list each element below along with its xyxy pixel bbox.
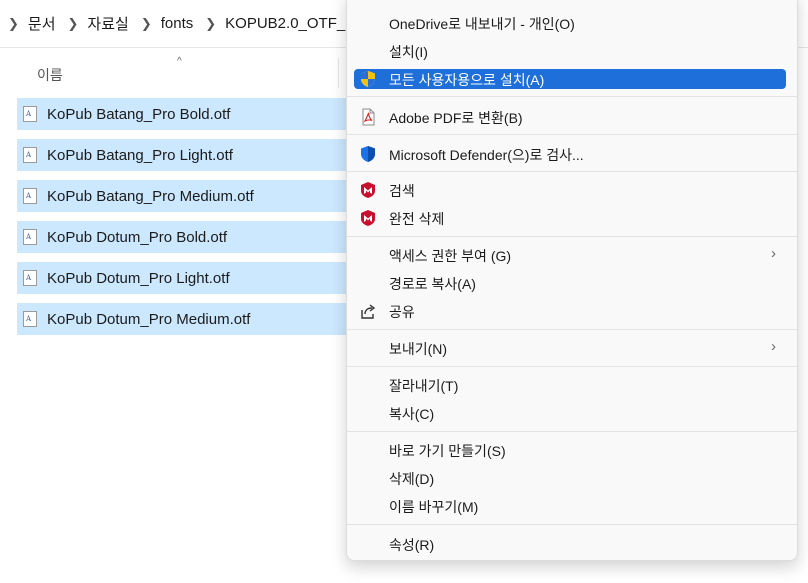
file-row[interactable]: KoPub Dotum_Pro Bold.otf <box>17 221 347 253</box>
file-row[interactable]: KoPub Batang_Pro Bold.otf <box>17 98 347 130</box>
file-row[interactable]: KoPub Dotum_Pro Medium.otf <box>17 303 347 335</box>
menu-item-defender-scan[interactable]: Microsoft Defender(으)로 검사... <box>354 144 786 164</box>
file-name: KoPub Dotum_Pro Bold.otf <box>47 228 228 246</box>
chevron-right-icon: › <box>771 338 776 355</box>
font-file-icon <box>23 311 37 327</box>
menu-item-label: 공유 <box>389 304 415 320</box>
menu-separator <box>347 366 797 367</box>
mcafee-icon <box>359 181 377 199</box>
menu-item-label: 설치(I) <box>389 44 428 60</box>
menu-item-label: 보내기(N) <box>389 341 448 357</box>
file-name: KoPub Dotum_Pro Light.otf <box>47 269 230 287</box>
share-icon <box>359 302 377 320</box>
chevron-right-icon: › <box>771 245 776 262</box>
menu-item-label: 검색 <box>389 183 415 199</box>
chevron-right-icon[interactable]: ❯ <box>8 16 19 32</box>
font-file-icon <box>23 147 37 163</box>
file-name: KoPub Batang_Pro Medium.otf <box>47 187 254 205</box>
menu-separator <box>347 236 797 237</box>
menu-item-copy[interactable]: 복사(C) <box>354 403 786 423</box>
menu-item-adobe-pdf[interactable]: Adobe PDF로 변환(B) <box>354 107 786 127</box>
defender-shield-icon <box>359 145 377 163</box>
menu-item-label: Adobe PDF로 변환(B) <box>389 110 523 126</box>
menu-item-give-access[interactable]: 액세스 권한 부여 (G) › <box>354 245 786 265</box>
column-header: ^ 이름 <box>0 48 340 98</box>
menu-item-label: Microsoft Defender(으)로 검사... <box>389 147 584 163</box>
menu-item-properties[interactable]: 속성(R) <box>354 534 786 554</box>
menu-item-rename[interactable]: 이름 바꾸기(M) <box>354 496 786 516</box>
menu-item-label: 완전 삭제 <box>389 211 445 227</box>
menu-item-create-shortcut[interactable]: 바로 가기 만들기(S) <box>354 440 786 460</box>
menu-item-label: 경로로 복사(A) <box>389 276 476 292</box>
font-file-icon <box>23 229 37 245</box>
file-list: KoPub Batang_Pro Bold.otf KoPub Batang_P… <box>17 98 347 344</box>
menu-item-label: 잘라내기(T) <box>389 378 459 394</box>
name-column-header[interactable]: 이름 <box>37 65 63 85</box>
menu-item-mcafee-shred[interactable]: 완전 삭제 <box>354 208 786 228</box>
menu-item-share[interactable]: 공유 <box>354 301 786 321</box>
sort-ascending-icon: ^ <box>177 56 182 67</box>
menu-item-label: OneDrive로 내보내기 - 개인(O) <box>389 16 575 32</box>
mcafee-icon <box>359 209 377 227</box>
breadcrumb-item-documents[interactable]: 문서 <box>28 13 56 34</box>
font-file-icon <box>23 188 37 204</box>
column-divider[interactable] <box>338 58 339 88</box>
menu-separator <box>347 134 797 135</box>
file-row[interactable]: KoPub Dotum_Pro Light.otf <box>17 262 347 294</box>
menu-item-install[interactable]: 설치(I) <box>354 41 786 61</box>
menu-item-delete[interactable]: 삭제(D) <box>354 468 786 488</box>
menu-separator <box>347 171 797 172</box>
menu-item-label: 바로 가기 만들기(S) <box>389 443 506 459</box>
uac-shield-icon <box>359 70 377 88</box>
font-file-icon <box>23 270 37 286</box>
menu-item-send-to[interactable]: 보내기(N) › <box>354 338 786 358</box>
file-name: KoPub Batang_Pro Bold.otf <box>47 105 231 123</box>
font-file-icon <box>23 106 37 122</box>
menu-item-label: 삭제(D) <box>389 471 435 487</box>
file-name: KoPub Dotum_Pro Medium.otf <box>47 310 251 328</box>
chevron-right-icon[interactable]: ❯ <box>68 16 79 32</box>
menu-separator <box>347 431 797 432</box>
file-row[interactable]: KoPub Batang_Pro Light.otf <box>17 139 347 171</box>
menu-item-cut[interactable]: 잘라내기(T) <box>354 375 786 395</box>
menu-item-label: 이름 바꾸기(M) <box>389 499 479 515</box>
file-row[interactable]: KoPub Batang_Pro Medium.otf <box>17 180 347 212</box>
menu-item-copy-path[interactable]: 경로로 복사(A) <box>354 273 786 293</box>
breadcrumb-item-library[interactable]: 자료실 <box>87 13 128 34</box>
menu-item-install-all-users[interactable]: 모든 사용자용으로 설치(A) <box>354 69 786 89</box>
menu-item-mcafee-scan[interactable]: 검색 <box>354 180 786 200</box>
menu-item-label: 모든 사용자용으로 설치(A) <box>389 72 545 88</box>
file-name: KoPub Batang_Pro Light.otf <box>47 146 233 164</box>
menu-item-onedrive-export[interactable]: OneDrive로 내보내기 - 개인(O) <box>354 13 786 33</box>
menu-separator <box>347 96 797 97</box>
chevron-right-icon[interactable]: ❯ <box>141 16 152 32</box>
chevron-right-icon[interactable]: ❯ <box>205 16 216 32</box>
menu-separator <box>347 524 797 525</box>
breadcrumb-item-fonts[interactable]: fonts <box>161 15 194 32</box>
context-menu: OneDrive로 내보내기 - 개인(O) 설치(I) 모든 사용자용으로 설… <box>346 0 798 561</box>
menu-item-label: 속성(R) <box>389 537 435 553</box>
menu-item-label: 액세스 권한 부여 (G) <box>389 248 512 264</box>
menu-separator <box>347 329 797 330</box>
menu-item-label: 복사(C) <box>389 406 435 422</box>
pdf-icon <box>359 108 377 126</box>
